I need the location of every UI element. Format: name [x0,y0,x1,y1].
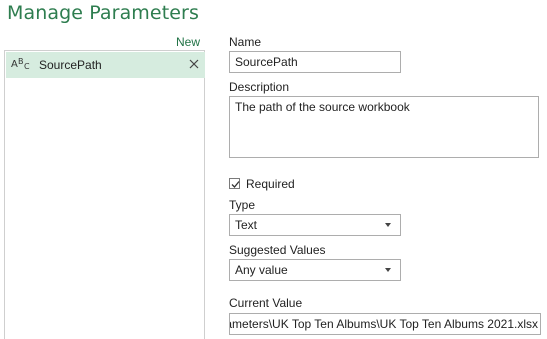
suggested-values-dropdown[interactable]: Any value [229,259,401,281]
current-value-field[interactable]: ameters\UK Top Ten Albums\UK Top Ten Alb… [229,313,541,335]
current-value-label: Current Value [229,296,303,310]
type-dropdown[interactable]: Text [229,214,401,236]
parameter-item-label: SourcePath [39,58,102,72]
new-parameter-link[interactable]: New [176,35,200,49]
parameter-list: A B C SourcePath [4,50,205,339]
type-selected-value: Text [235,218,258,232]
checkmark-icon [231,181,240,188]
dialog-title: Manage Parameters [7,2,199,24]
description-label: Description [229,80,290,94]
description-field[interactable]: The path of the source workbook [229,96,539,158]
required-label: Required [246,177,295,191]
suggested-values-label: Suggested Values [229,243,326,257]
parameter-item-sourcepath[interactable]: A B C SourcePath [6,52,205,78]
name-field[interactable]: SourcePath [229,51,401,73]
chevron-down-icon [385,223,391,227]
suggested-values-selected-value: Any value [235,263,288,277]
close-icon[interactable] [187,57,201,71]
abc-text-type-icon: A B C [11,57,30,71]
name-label: Name [229,35,262,49]
current-value-text: ameters\UK Top Ten Albums\UK Top Ten Alb… [229,317,538,331]
chevron-down-icon [385,268,391,272]
required-checkbox[interactable] [229,178,240,189]
type-label: Type [229,198,256,212]
